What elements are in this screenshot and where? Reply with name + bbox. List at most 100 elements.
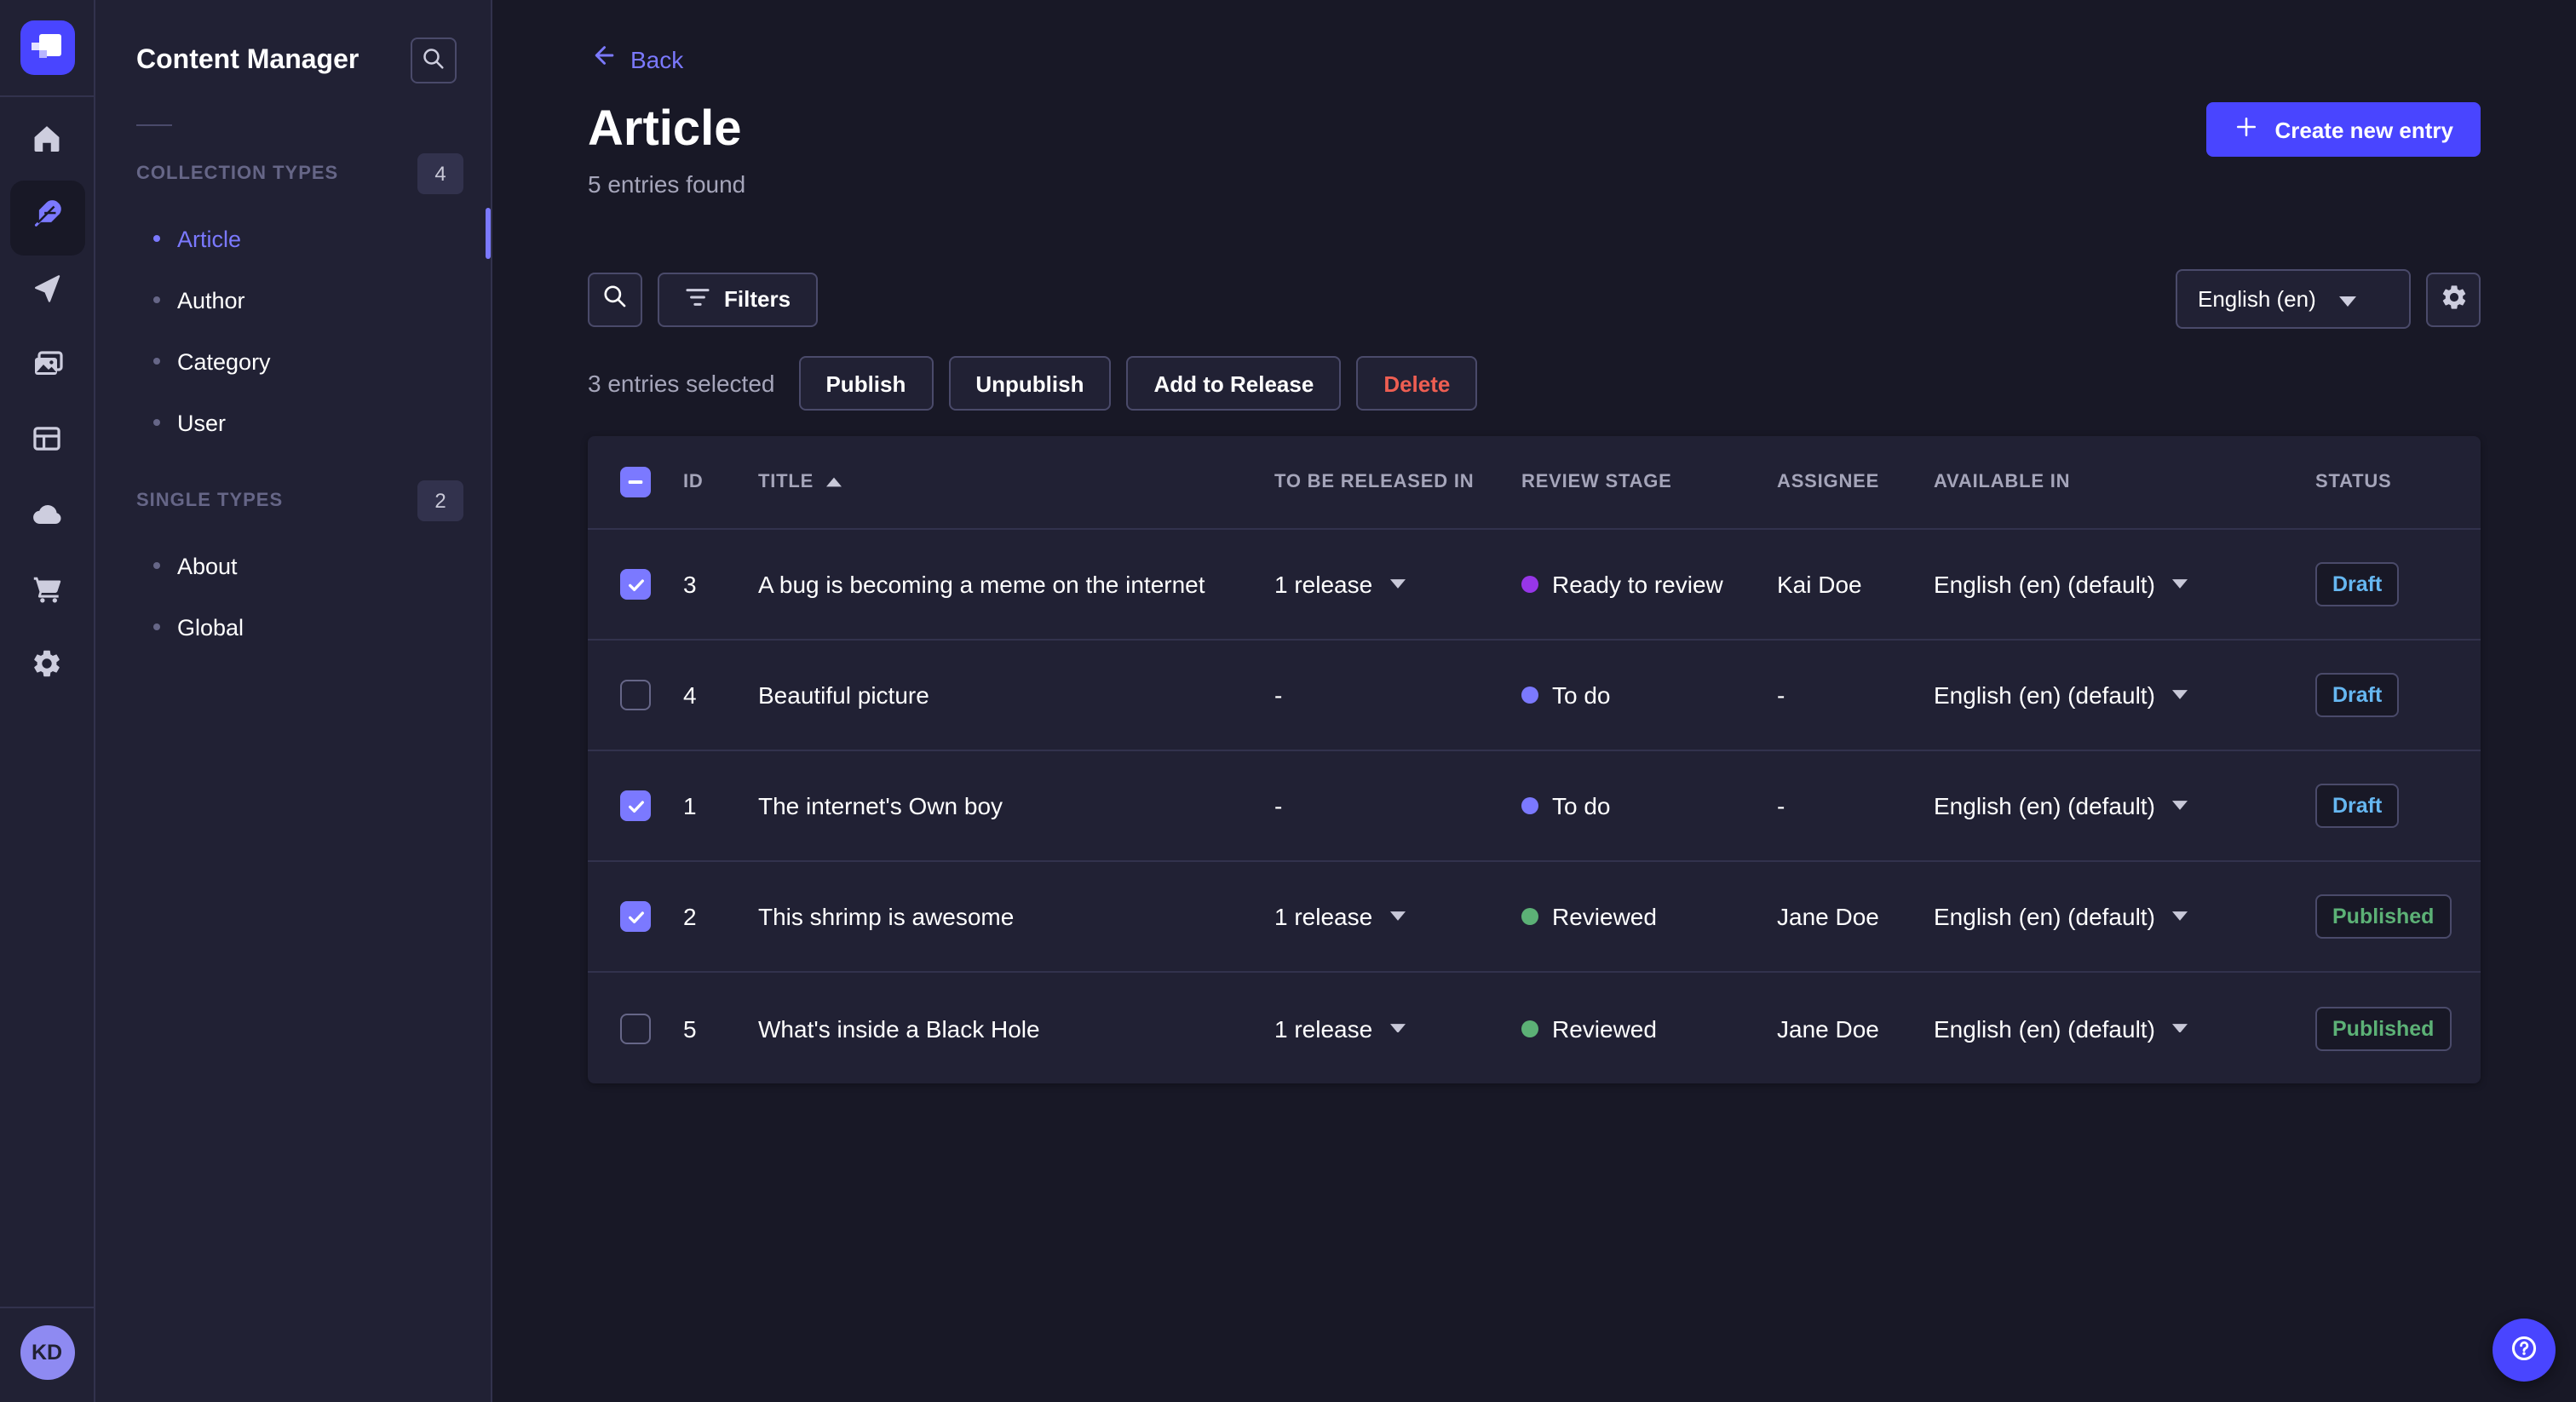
- row-locale-dropdown[interactable]: English (en) (default): [1934, 1014, 2315, 1042]
- toolbar: Filters English (en): [588, 269, 2481, 329]
- row-title: Beautiful picture: [758, 681, 929, 709]
- bullet-icon: [153, 235, 160, 242]
- table-row[interactable]: 3 A bug is becoming a meme on the intern…: [588, 530, 2481, 641]
- sidebar-item-category[interactable]: Category: [95, 330, 491, 392]
- row-locale-dropdown[interactable]: English (en) (default): [1934, 571, 2315, 598]
- table-row[interactable]: 2 This shrimp is awesome 1 release Revie…: [588, 862, 2481, 973]
- review-stage-dot: [1521, 576, 1538, 593]
- unpublish-button[interactable]: Unpublish: [948, 356, 1112, 411]
- sidebar-item-global[interactable]: Global: [95, 596, 491, 658]
- chevron-down-icon: [2339, 286, 2357, 312]
- section-count-badge: 2: [417, 480, 463, 521]
- column-header-release[interactable]: TO BE RELEASED IN: [1274, 472, 1521, 492]
- column-header-review-stage[interactable]: REVIEW STAGE: [1521, 472, 1777, 492]
- view-settings-button[interactable]: [2426, 272, 2481, 326]
- row-locale-dropdown[interactable]: English (en) (default): [1934, 792, 2315, 819]
- search-icon: [601, 283, 629, 315]
- row-assignee: -: [1777, 681, 1785, 709]
- row-title: What's inside a Black Hole: [758, 1014, 1040, 1042]
- row-checkbox[interactable]: [620, 569, 651, 600]
- row-assignee: Jane Doe: [1777, 903, 1879, 930]
- row-checkbox[interactable]: [620, 1013, 651, 1043]
- filters-button[interactable]: Filters: [658, 272, 819, 326]
- sidebar-item-user[interactable]: User: [95, 392, 491, 453]
- marketplace-nav-item[interactable]: [9, 555, 84, 630]
- content-manager-sidebar: Content Manager COLLECTION TYPES 4 Artic…: [95, 0, 492, 1402]
- feather-icon: [31, 198, 63, 238]
- column-header-title[interactable]: TITLE: [758, 472, 1274, 492]
- review-stage-dot: [1521, 1020, 1538, 1037]
- column-header-assignee[interactable]: ASSIGNEE: [1777, 472, 1934, 492]
- content-builder-nav-item[interactable]: [9, 405, 84, 480]
- search-icon: [421, 45, 446, 76]
- review-stage-dot: [1521, 687, 1538, 704]
- strapi-logo-icon[interactable]: [20, 20, 74, 75]
- user-avatar[interactable]: KD: [20, 1325, 74, 1380]
- sidebar-sections: COLLECTION TYPES 4 Article Author Catego…: [95, 153, 491, 658]
- sidebar-title: Content Manager: [136, 45, 359, 74]
- cloud-nav-item[interactable]: [9, 480, 84, 555]
- releases-nav-item[interactable]: [9, 256, 84, 330]
- sidebar-item-about[interactable]: About: [95, 535, 491, 596]
- table-row[interactable]: 4 Beautiful picture - To do - English (e…: [588, 641, 2481, 751]
- status-badge: Published: [2315, 1006, 2452, 1050]
- chevron-down-icon: [2171, 801, 2188, 811]
- sidebar-search-button[interactable]: [411, 37, 457, 83]
- entries-count: 5 entries found: [588, 170, 746, 198]
- sidebar-item-label: Global: [177, 614, 244, 640]
- sidebar-scrollbar-thumb[interactable]: [486, 208, 491, 259]
- locale-dropdown[interactable]: English (en): [2176, 269, 2411, 329]
- bullet-icon: [153, 358, 160, 365]
- home-nav-item[interactable]: [9, 106, 84, 181]
- layout-icon: [31, 422, 63, 463]
- row-id: 1: [683, 792, 697, 819]
- media-library-nav-item[interactable]: [9, 330, 84, 405]
- sidebar-item-author[interactable]: Author: [95, 269, 491, 330]
- filter-icon: [685, 285, 710, 313]
- delete-button[interactable]: Delete: [1356, 356, 1478, 411]
- row-release-dropdown[interactable]: 1 release: [1274, 571, 1521, 598]
- add-to-release-button[interactable]: Add to Release: [1126, 356, 1342, 411]
- media-icon: [30, 347, 64, 389]
- sidebar-item-article[interactable]: Article: [95, 208, 491, 269]
- help-button[interactable]: [2493, 1319, 2556, 1382]
- table-row[interactable]: 5 What's inside a Black Hole 1 release R…: [588, 973, 2481, 1083]
- row-release-dropdown[interactable]: -: [1274, 792, 1521, 819]
- status-badge: Draft: [2315, 784, 2400, 828]
- content-manager-nav-item[interactable]: [9, 181, 84, 256]
- bullet-icon: [153, 562, 160, 569]
- row-checkbox[interactable]: [620, 901, 651, 932]
- create-new-entry-button[interactable]: Create new entry: [2206, 102, 2481, 157]
- sidebar-item-label: Article: [177, 226, 242, 251]
- column-header-status[interactable]: STATUS: [2315, 472, 2481, 492]
- settings-nav-item[interactable]: [9, 630, 84, 705]
- back-label: Back: [630, 46, 684, 73]
- app-window: KD Content Manager COLLECTION TYPES 4 Ar…: [0, 0, 2576, 1402]
- row-assignee: Jane Doe: [1777, 1014, 1879, 1042]
- row-checkbox[interactable]: [620, 790, 651, 821]
- row-release-dropdown[interactable]: 1 release: [1274, 1014, 1521, 1042]
- row-locale-dropdown[interactable]: English (en) (default): [1934, 903, 2315, 930]
- select-all-checkbox[interactable]: [620, 467, 651, 497]
- sidebar-divider: [136, 124, 172, 126]
- bullet-icon: [153, 623, 160, 630]
- bullet-icon: [153, 296, 160, 303]
- row-checkbox[interactable]: [620, 680, 651, 710]
- chevron-down-icon: [2171, 579, 2188, 589]
- back-link[interactable]: Back: [588, 44, 683, 75]
- column-header-id[interactable]: ID: [683, 472, 758, 492]
- table-row[interactable]: 1 The internet's Own boy - To do - Engli…: [588, 751, 2481, 862]
- main-nav-rail: KD: [0, 0, 95, 1402]
- column-header-available-in[interactable]: AVAILABLE IN: [1934, 472, 2315, 492]
- publish-button[interactable]: Publish: [798, 356, 934, 411]
- section-count-badge: 4: [417, 153, 463, 194]
- rail-footer: KD: [0, 1307, 94, 1402]
- row-review-stage: To do: [1521, 681, 1777, 709]
- row-locale-dropdown[interactable]: English (en) (default): [1934, 681, 2315, 709]
- row-release-dropdown[interactable]: -: [1274, 681, 1521, 709]
- row-release-dropdown[interactable]: 1 release: [1274, 903, 1521, 930]
- send-icon: [31, 273, 63, 313]
- sidebar-item-label: About: [177, 553, 238, 578]
- table-search-button[interactable]: [588, 272, 642, 326]
- plus-icon: [2234, 114, 2259, 145]
